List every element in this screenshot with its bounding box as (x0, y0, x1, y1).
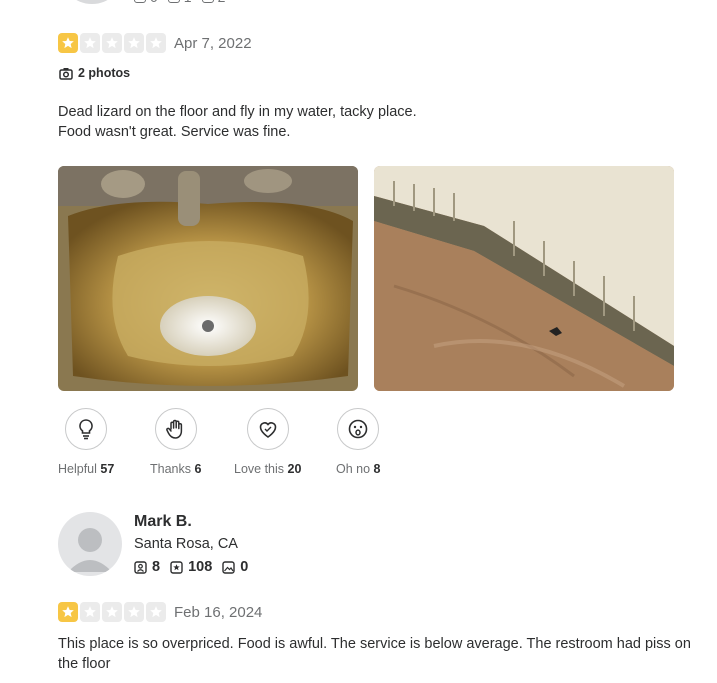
reaction-thanks[interactable]: Thanks 6 (150, 408, 201, 476)
reaction-label: Love this 20 (234, 462, 301, 476)
reaction-count: 6 (194, 462, 202, 476)
review-text-line: Food wasn't great. Service was fine. (58, 124, 291, 140)
camera-icon (59, 67, 73, 80)
photos-icon (222, 560, 235, 574)
reviews-count: 1 (184, 0, 192, 5)
star-icon (124, 602, 144, 622)
review-text: This place is so overpriced. Food is awf… (58, 636, 691, 672)
star-icon (58, 33, 78, 53)
photos-count: 2 (218, 0, 226, 5)
user-avatar[interactable] (58, 512, 122, 576)
star-icon (80, 602, 100, 622)
reaction-name: Helpful (58, 462, 97, 476)
reviews-icon (170, 560, 183, 574)
wave-hand-icon[interactable] (154, 408, 197, 450)
review-date: Feb 16, 2024 (174, 604, 263, 621)
reaction-helpful[interactable]: Helpful 57 (58, 408, 114, 476)
reviews-count: 108 (188, 559, 213, 575)
star-icon (146, 33, 166, 53)
star-icon (146, 602, 166, 622)
photos-icon (201, 0, 214, 3)
reaction-count: 20 (287, 462, 302, 476)
friends-count: 8 (152, 559, 161, 575)
reaction-name: Oh no (336, 462, 371, 476)
review-photo-sink[interactable] (58, 166, 358, 391)
reviews-icon (167, 0, 180, 3)
lightbulb-icon[interactable] (65, 408, 108, 450)
photos-link[interactable]: 2 photos (59, 66, 130, 80)
default-avatar-icon (68, 528, 112, 572)
heart-icon[interactable] (246, 408, 289, 450)
star-rating (58, 602, 166, 622)
star-rating (58, 33, 166, 53)
reaction-love-this[interactable]: Love this 20 (234, 408, 301, 476)
friends-count: 0 (150, 0, 158, 5)
reaction-oh-no[interactable]: Oh no 8 (336, 408, 381, 476)
reaction-label: Oh no 8 (336, 462, 381, 476)
friends-icon (134, 0, 146, 3)
reaction-name: Thanks (150, 462, 191, 476)
star-icon (124, 33, 144, 53)
star-icon (80, 33, 100, 53)
photos-count: 0 (240, 559, 249, 575)
review-photo-floor[interactable] (374, 166, 674, 391)
review-date: Apr 7, 2022 (174, 35, 252, 52)
star-icon (102, 33, 122, 53)
friends-icon (134, 560, 147, 574)
previous-user-stats: 0 1 2 (134, 0, 225, 5)
reaction-count: 8 (373, 462, 381, 476)
reaction-count: 57 (100, 462, 115, 476)
user-name[interactable]: Mark B. (134, 513, 192, 531)
reaction-label: Thanks 6 (150, 462, 201, 476)
reaction-label: Helpful 57 (58, 462, 114, 476)
previous-user-avatar[interactable] (60, 0, 124, 4)
review-text-line: Dead lizard on the floor and fly in my w… (58, 104, 417, 120)
review-text: Dead lizard on the floor and fly in my w… (58, 102, 417, 142)
user-stats: 8 108 0 (134, 559, 248, 575)
star-icon (102, 602, 122, 622)
photos-count-label: 2 photos (78, 66, 131, 80)
star-icon (58, 602, 78, 622)
user-location: Santa Rosa, CA (134, 536, 238, 552)
shocked-face-icon[interactable] (337, 408, 380, 450)
reaction-name: Love this (234, 462, 285, 476)
